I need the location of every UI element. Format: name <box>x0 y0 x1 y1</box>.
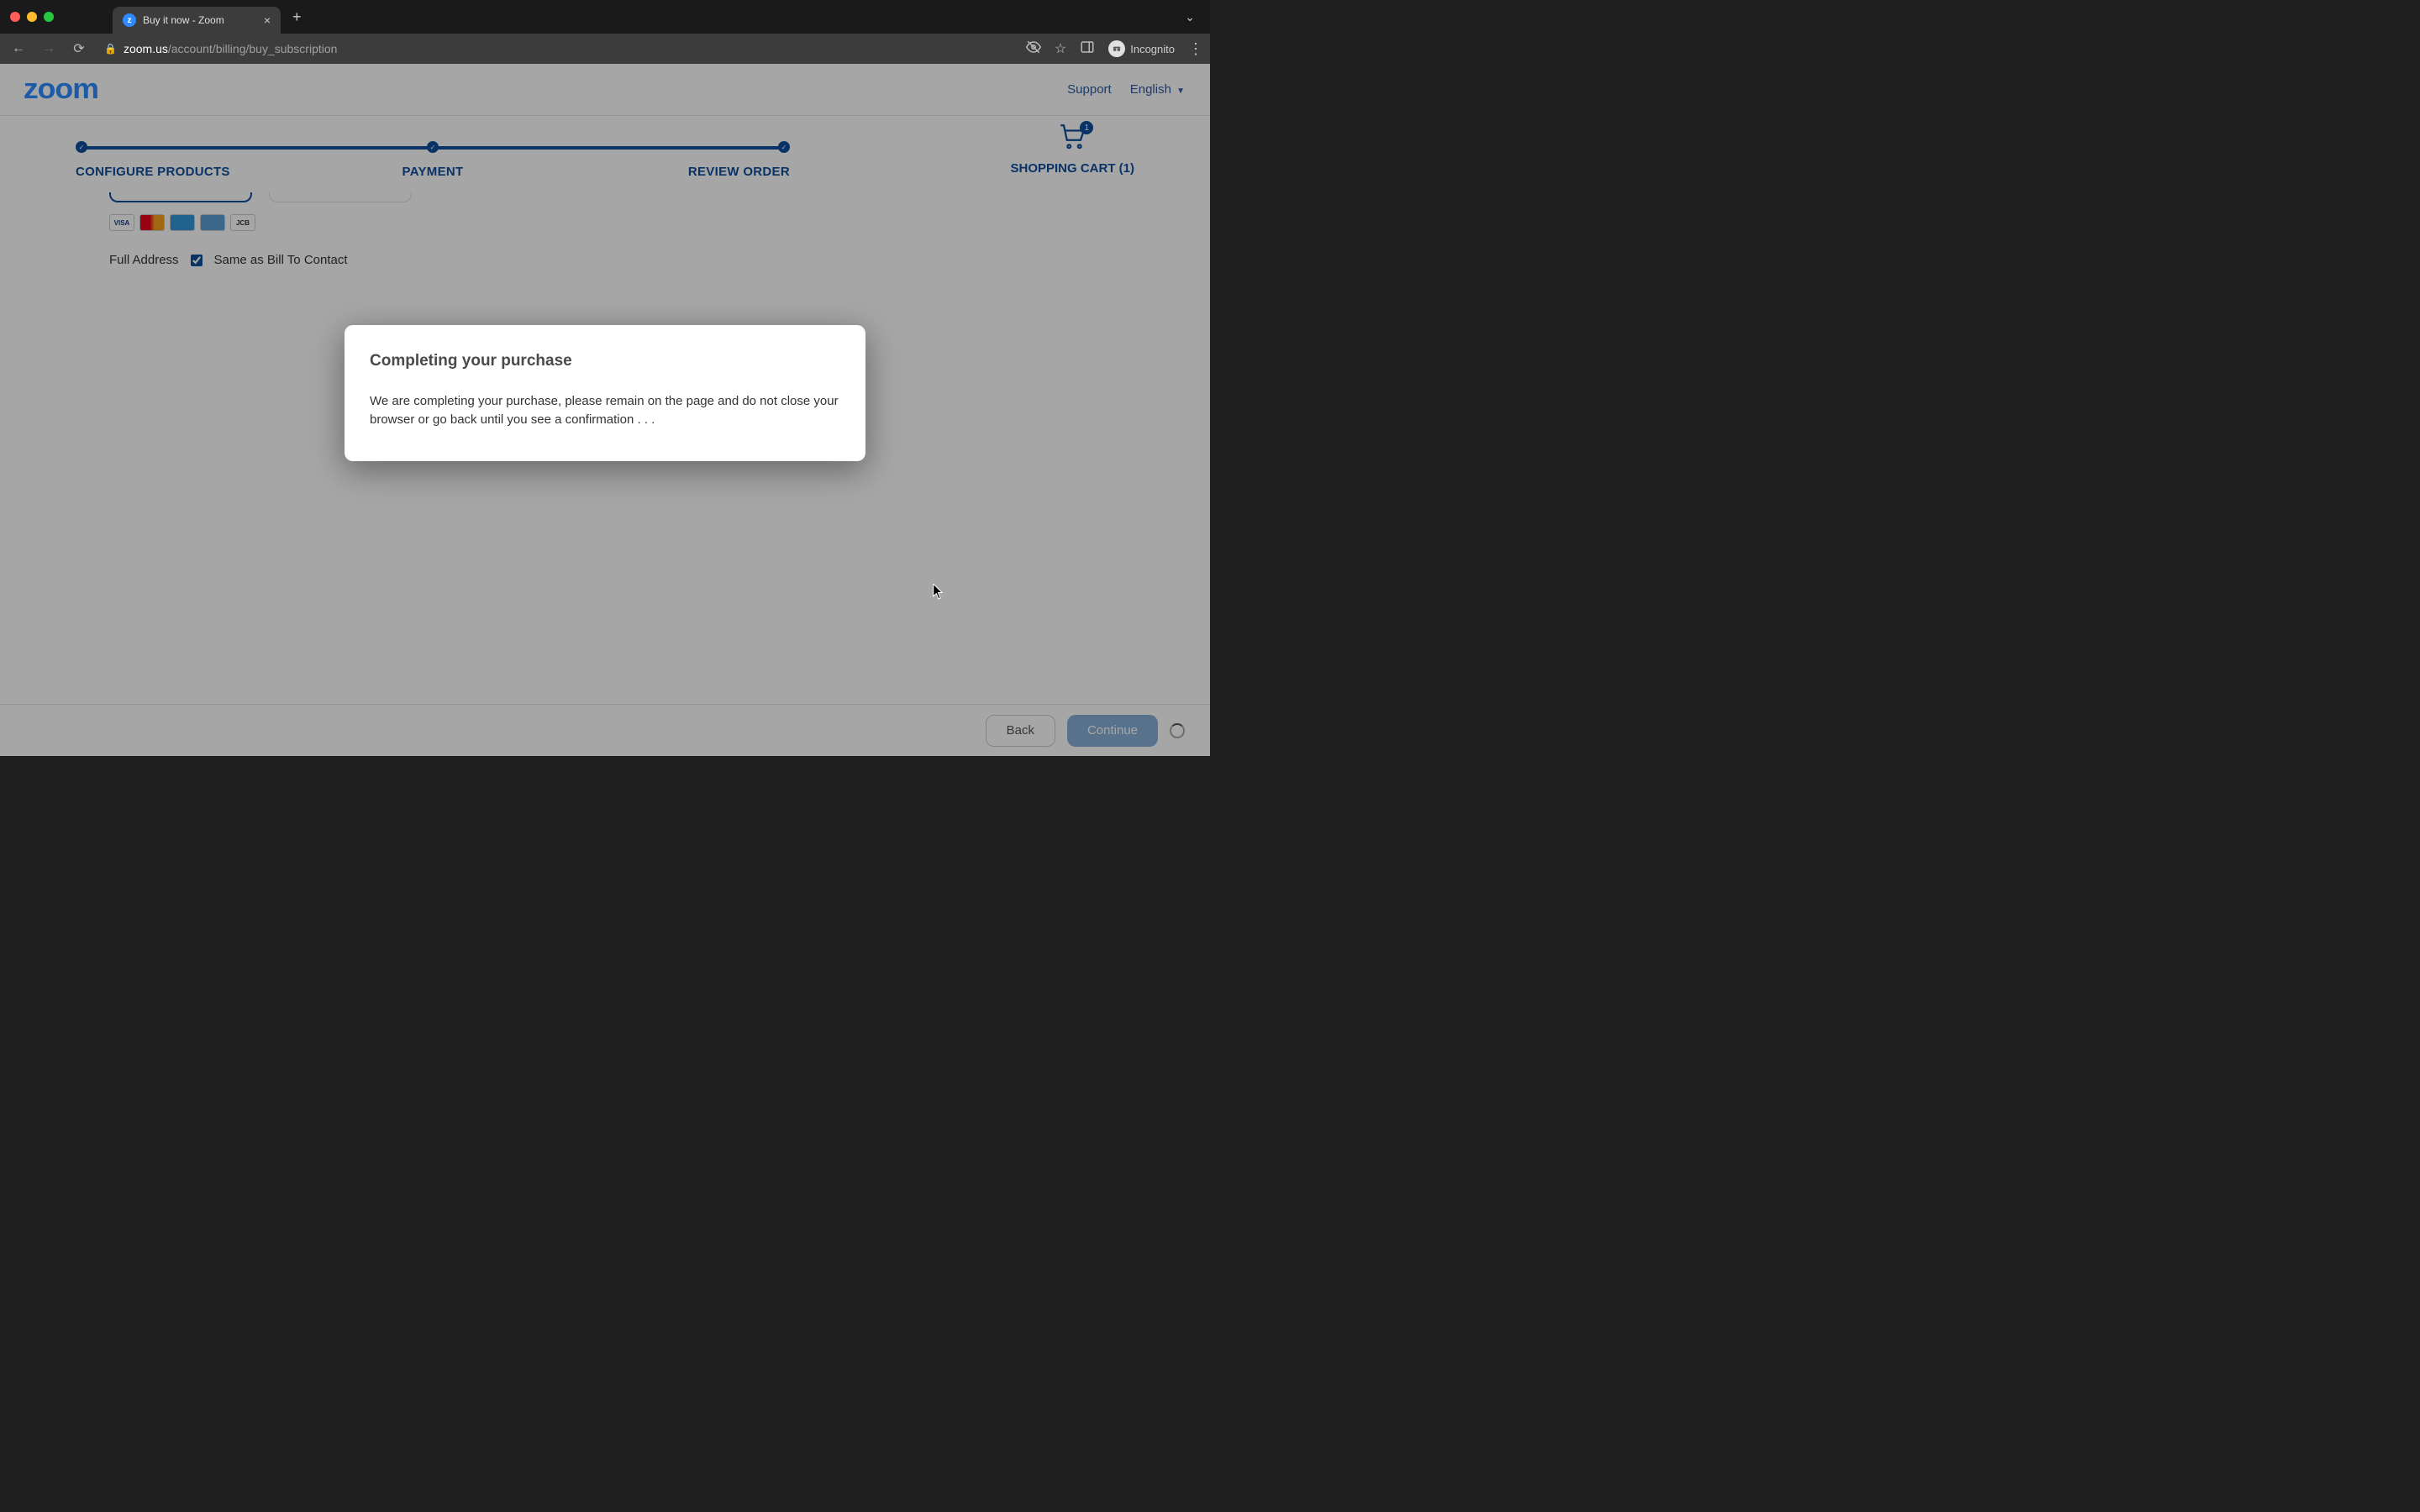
window-close-button[interactable] <box>10 12 20 22</box>
page-viewport: zoom Support English ▼ ✓ ✓ ✓ CONFIGU <box>0 64 1210 756</box>
new-tab-button[interactable]: + <box>292 8 302 26</box>
url-path: /account/billing/buy_subscription <box>168 42 338 55</box>
browser-toolbar: ← → ⟳ 🔒 zoom.us/account/billing/buy_subs… <box>0 34 1210 64</box>
tab-close-icon[interactable]: × <box>264 13 271 27</box>
window-maximize-button[interactable] <box>44 12 54 22</box>
nav-reload-button[interactable]: ⟳ <box>69 40 89 57</box>
nav-back-button[interactable]: ← <box>8 41 29 56</box>
tab-title: Buy it now - Zoom <box>143 14 252 26</box>
panel-icon[interactable] <box>1080 39 1095 59</box>
browser-tabs: z Buy it now - Zoom × + <box>113 3 1180 30</box>
toolbar-right-icons: ☆ Incognito ⋮ <box>1026 39 1202 59</box>
window-controls <box>10 12 54 22</box>
browser-menu-button[interactable]: ⋮ <box>1188 40 1202 58</box>
page: zoom Support English ▼ ✓ ✓ ✓ CONFIGU <box>0 64 1210 756</box>
url-domain: zoom.us <box>124 42 168 55</box>
window-minimize-button[interactable] <box>27 12 37 22</box>
tab-favicon-icon: z <box>123 13 136 27</box>
lock-icon: 🔒 <box>104 43 117 55</box>
browser-titlebar: z Buy it now - Zoom × + ⌄ <box>0 0 1210 34</box>
eye-off-icon[interactable] <box>1026 39 1041 59</box>
modal-title: Completing your purchase <box>370 352 840 370</box>
star-icon[interactable]: ☆ <box>1055 40 1066 57</box>
incognito-label: Incognito <box>1130 43 1175 55</box>
modal-overlay: Completing your purchase We are completi… <box>0 64 1210 756</box>
browser-tab-active[interactable]: z Buy it now - Zoom × <box>113 7 281 34</box>
incognito-icon <box>1108 40 1125 57</box>
completing-purchase-modal: Completing your purchase We are completi… <box>345 325 865 461</box>
modal-body: We are completing your purchase, please … <box>370 392 840 429</box>
window-dropdown-icon[interactable]: ⌄ <box>1180 10 1200 24</box>
address-bar[interactable]: 🔒 zoom.us/account/billing/buy_subscripti… <box>99 42 1016 55</box>
nav-forward-button[interactable]: → <box>39 41 59 56</box>
incognito-chip[interactable]: Incognito <box>1108 40 1175 57</box>
